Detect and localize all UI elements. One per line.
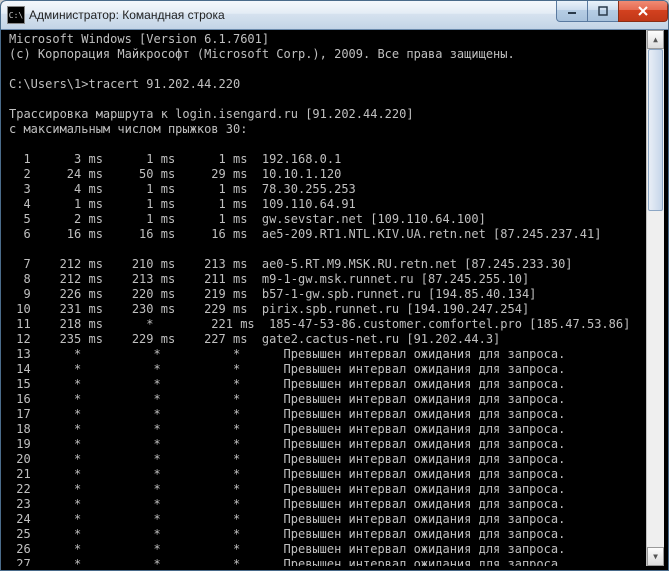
minimize-icon <box>567 6 577 16</box>
maximize-icon <box>598 6 608 16</box>
minimize-button[interactable] <box>556 1 588 22</box>
window-title: Администратор: Командная строка <box>29 8 225 22</box>
scroll-down-button[interactable]: ▼ <box>647 547 664 566</box>
window-controls <box>556 1 668 22</box>
scroll-thumb[interactable] <box>648 49 663 211</box>
terminal-output[interactable]: Microsoft Windows [Version 6.1.7601] (c)… <box>5 30 664 566</box>
vertical-scrollbar[interactable]: ▲ ▼ <box>646 30 664 566</box>
close-button[interactable] <box>618 1 668 22</box>
scroll-track[interactable] <box>647 49 664 547</box>
cmd-icon: C:\ <box>7 6 25 24</box>
maximize-button[interactable] <box>587 1 619 22</box>
close-icon <box>637 6 649 16</box>
scroll-up-button[interactable]: ▲ <box>647 30 664 49</box>
titlebar[interactable]: C:\ Администратор: Командная строка <box>1 1 668 30</box>
command-prompt-window: C:\ Администратор: Командная строка Micr… <box>0 0 669 571</box>
